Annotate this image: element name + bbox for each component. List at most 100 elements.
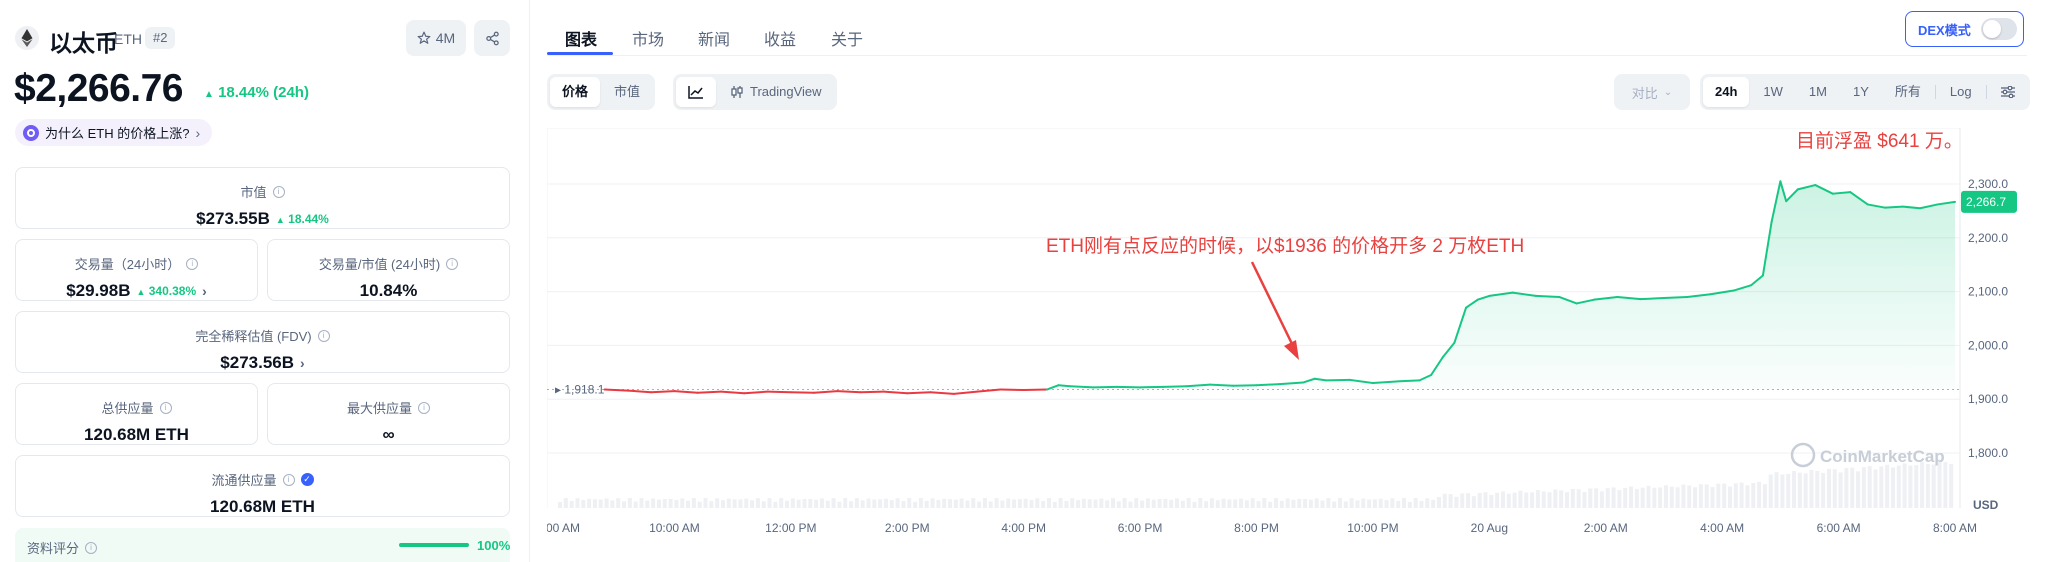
volume-bar [1920, 462, 1925, 508]
volume-bar [645, 500, 650, 508]
volume-bar [1128, 501, 1133, 508]
volume-bar [814, 499, 819, 508]
coinmarketcap-logo-icon [1790, 442, 1816, 468]
fdv-card[interactable]: 完全稀释估值 (FDV) i $273.56B › [15, 311, 510, 373]
volume-bar [1390, 498, 1395, 508]
share-icon [485, 31, 499, 45]
volume-bar [1949, 464, 1954, 508]
volume-bar [1588, 488, 1593, 508]
volume-bar [1204, 501, 1209, 508]
price-line-segment [743, 390, 769, 395]
price-line-segment [1534, 294, 1561, 298]
chart-settings-button[interactable] [1989, 77, 2027, 107]
info-icon[interactable]: i [282, 473, 295, 486]
caret-up-icon: ▲ [204, 89, 214, 100]
volume-bar [1425, 498, 1430, 508]
chevron-right-icon: › [202, 283, 207, 299]
volume-bar [1116, 501, 1121, 508]
range-button-2[interactable]: 1M [1797, 77, 1839, 107]
volume-bar [1559, 490, 1564, 508]
dex-mode-toggle[interactable]: DEX模式 [1905, 11, 2024, 47]
log-scale-button[interactable]: Log [1938, 77, 1984, 107]
price-line-segment [766, 390, 792, 394]
volume-card[interactable]: 交易量（24小时） i $29.98B ▲ 340.38% › [15, 239, 258, 301]
tab-0[interactable]: 图表 [565, 26, 597, 50]
volume-bar [1512, 492, 1517, 508]
volume-bar [750, 500, 755, 508]
info-icon[interactable]: i [186, 257, 199, 270]
volume-bar [1937, 461, 1942, 508]
volume-bar [651, 498, 656, 508]
volume-bar [1110, 498, 1115, 508]
tab-3[interactable]: 收益 [764, 26, 796, 50]
volume-bar [709, 501, 714, 508]
volume-bar [779, 498, 784, 508]
tab-2[interactable]: 新闻 [698, 26, 730, 50]
volume-bar [1553, 489, 1558, 508]
range-button-1[interactable]: 1W [1751, 77, 1795, 107]
info-icon[interactable]: i [272, 185, 285, 198]
price-line-segment [603, 388, 629, 392]
tab-1[interactable]: 市场 [632, 26, 664, 50]
share-button[interactable] [474, 20, 510, 56]
volume-bar [720, 500, 725, 508]
volume-bar [1675, 487, 1680, 508]
volume-bar [843, 498, 848, 508]
volume-bar [656, 499, 661, 508]
market-cap-card: 市值 i $273.55B ▲ 18.44% [15, 167, 510, 229]
volume-bar [1885, 464, 1890, 508]
vol-mcap-label: 交易量/市值 (24小时) [318, 257, 441, 272]
volume-bar [860, 500, 865, 508]
market-cap-metric-button[interactable]: 市值 [602, 77, 652, 107]
why-price-up-button[interactable]: 为什么 ETH 的价格上涨? › [15, 119, 213, 146]
watchlist-button[interactable]: 4M [406, 20, 466, 56]
fdv-value: $273.56B [220, 353, 295, 372]
volume-bar [1658, 487, 1663, 508]
price-line-segment [626, 389, 653, 394]
volume-bar [1483, 492, 1488, 508]
chart-metric-selector: 价格 市值 [547, 74, 656, 110]
caret-up-icon: ▲ [136, 287, 146, 297]
price-chart[interactable]: 1,800.0 1,900.0 2,000.0 2,100.0 2,200.0 2,300… [547, 128, 2027, 558]
compare-dropdown[interactable]: 对比 ⌄ [1614, 74, 1690, 110]
price-line-segment [789, 391, 816, 394]
info-icon[interactable]: i [317, 329, 330, 342]
volume-bar [1180, 500, 1185, 508]
profile-score-label: 资料评分 [27, 541, 80, 556]
price-line-segment [673, 390, 699, 394]
info-icon[interactable]: i [418, 401, 430, 414]
range-button-3[interactable]: 1Y [1841, 77, 1881, 107]
volume-bar [744, 498, 749, 508]
chevron-right-icon: › [300, 355, 305, 371]
volume-bar [1489, 494, 1494, 508]
x-tick-label: 2:00 PM [885, 521, 930, 535]
tab-4[interactable]: 关于 [831, 26, 863, 50]
price-line-segment [1325, 378, 1351, 382]
volume-bar [575, 498, 580, 508]
volume-bar [1471, 496, 1476, 508]
price-line-segment [929, 391, 955, 395]
price-line-segment [1057, 384, 1072, 388]
info-icon[interactable]: i [85, 541, 98, 554]
range-button-4[interactable]: 所有 [1883, 77, 1933, 107]
total-supply-label: 总供应量 [101, 401, 154, 416]
volume-bar [755, 498, 760, 508]
info-icon[interactable]: i [446, 257, 459, 270]
volume-bar [715, 498, 720, 508]
volume-bar [1058, 498, 1063, 508]
volume-bar [1524, 492, 1529, 508]
volume-bar [1227, 499, 1232, 508]
volume-bar [930, 498, 935, 508]
y-tick-label: 2,000.0 [1968, 338, 2008, 352]
price-metric-button[interactable]: 价格 [550, 77, 601, 107]
line-chart-button[interactable] [676, 77, 716, 107]
toggle-switch[interactable] [1980, 18, 2017, 40]
range-button-0[interactable]: 24h [1703, 77, 1750, 107]
info-icon[interactable]: i [159, 401, 172, 414]
volume-bar [622, 501, 627, 508]
volume-bar [1570, 488, 1575, 508]
volume-bar [1407, 501, 1412, 508]
price-line-segment [1662, 295, 1689, 300]
volume-bar [1076, 500, 1081, 508]
tradingview-button[interactable]: TradingView [718, 77, 834, 107]
